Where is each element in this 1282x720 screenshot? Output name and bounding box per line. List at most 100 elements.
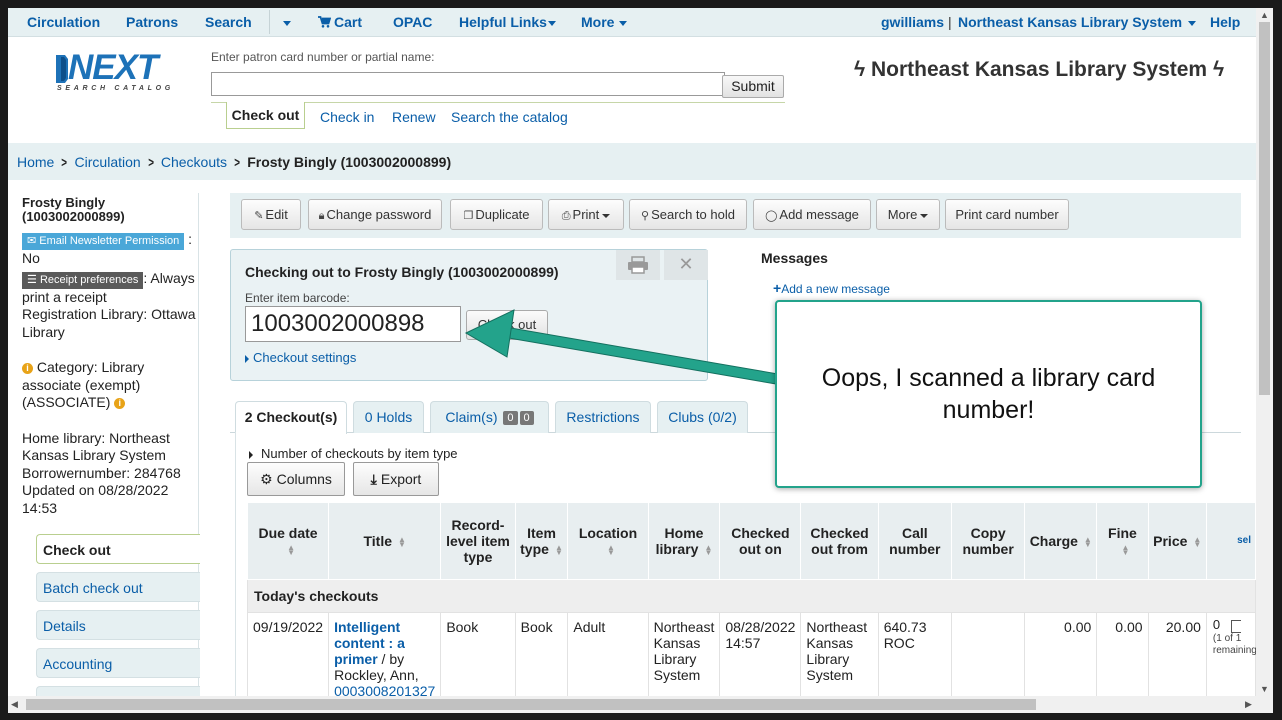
close-panel-button[interactable]: ✕ <box>664 250 708 280</box>
sort-icon: ▲ ▼ <box>287 543 295 558</box>
renew-checkbox[interactable] <box>1230 619 1241 633</box>
tab-clubs[interactable]: Clubs (0/2) <box>657 401 748 433</box>
tab-restrictions[interactable]: Restrictions <box>555 401 651 433</box>
patron-toolbar: ✎ Edit 🔒︎ Change password ❐ Duplicate ⎙ Prin… <box>230 193 1241 238</box>
nav-library-selector[interactable]: Northeast Kansas Library System <box>958 8 1197 36</box>
nav-more-label: More <box>581 14 615 30</box>
breadcrumb-checkouts[interactable]: Checkouts <box>161 154 227 170</box>
column-header[interactable]: sel <box>1205 502 1256 580</box>
breadcrumb-home[interactable]: Home <box>17 154 54 170</box>
scroll-down-icon[interactable]: ▼ <box>1260 684 1269 694</box>
column-header[interactable]: Home library ▲ ▼ <box>647 502 721 580</box>
header-tab-search-catalog[interactable]: Search the catalog <box>451 109 568 125</box>
sidebar-item-check-out[interactable]: Check out <box>36 534 200 564</box>
sidebar-item-more[interactable] <box>36 686 200 696</box>
more-button[interactable]: More <box>876 199 940 230</box>
sort-icon: ▲ ▼ <box>398 535 406 550</box>
chevron-down-icon <box>547 20 556 26</box>
tab-holds[interactable]: 0 Holds <box>353 401 424 433</box>
nav-cart[interactable]: Cart <box>318 8 362 36</box>
add-message-label: Add message <box>779 207 859 222</box>
patron-search-label: Enter patron card number or partial name… <box>211 50 435 64</box>
duplicate-button[interactable]: ❐ Duplicate <box>450 199 543 230</box>
column-header[interactable]: Charge ▲ ▼ <box>1024 502 1098 580</box>
search-to-hold-button[interactable]: ⚲ Search to hold <box>629 199 747 230</box>
nav-helpful-links[interactable]: Helpful Links <box>459 8 556 36</box>
scroll-right-icon[interactable]: ▶ <box>1245 699 1252 710</box>
barcode-input[interactable]: 1003002000898 <box>245 306 461 342</box>
logo-subtext: SEARCH CATALOG <box>57 85 174 92</box>
column-header[interactable]: Location ▲ ▼ <box>567 502 649 580</box>
submit-button[interactable]: Submit <box>722 75 784 98</box>
tab-checkouts[interactable]: 2 Checkout(s) <box>235 401 347 434</box>
column-header[interactable]: Fine ▲ ▼ <box>1096 502 1149 580</box>
nav-patrons[interactable]: Patrons <box>126 8 178 36</box>
nav-help[interactable]: Help <box>1210 8 1240 36</box>
email-permission-row: ✉ Email Newsletter Permission : No <box>22 231 202 268</box>
patron-search-input[interactable] <box>211 72 725 96</box>
sidebar-item-accounting[interactable]: Accounting <box>36 648 200 678</box>
sidebar-item-batch-check-out[interactable]: Batch check out <box>36 572 200 602</box>
cell-checked-out-on: 08/28/2022 14:57 <box>719 612 802 696</box>
add-new-message-link[interactable]: +Add a new message <box>773 280 890 296</box>
bolt-icon: ϟ <box>1212 58 1225 81</box>
header-tab-renew[interactable]: Renew <box>392 109 436 125</box>
breadcrumb-circulation[interactable]: Circulation <box>75 154 141 170</box>
receipt-preferences-label: Receipt preferences <box>39 273 139 286</box>
change-password-button[interactable]: 🔒︎ Change password <box>308 199 442 230</box>
nav-circulation[interactable]: Circulation <box>27 8 100 36</box>
print-button[interactable]: ⎙ Print <box>548 199 624 230</box>
item-barcode-link[interactable]: 0003008201327 <box>334 683 435 696</box>
add-message-button[interactable]: ◯ Add message <box>753 199 871 230</box>
header-tab-check-out[interactable]: Check out <box>226 102 305 129</box>
registration-library: Registration Library: Ottawa Library <box>22 306 196 340</box>
patron-cardnumber: (1003002000899) <box>22 209 125 224</box>
cell-charge: 0.00 <box>1024 612 1098 696</box>
check-out-button[interactable]: Check out <box>466 310 548 340</box>
header-tab-check-in[interactable]: Check in <box>320 109 374 125</box>
cell-fine: 0.00 <box>1096 612 1149 696</box>
nav-more[interactable]: More <box>581 8 628 36</box>
sort-icon: ▲ ▼ <box>1083 535 1092 550</box>
next-search-catalog-logo[interactable]: NEXT SEARCH CATALOG <box>54 48 190 98</box>
column-header[interactable]: Copy number <box>950 502 1026 580</box>
logged-in-user[interactable]: gwilliams <box>881 8 944 36</box>
scroll-up-icon[interactable]: ▲ <box>1260 10 1269 20</box>
checkout-settings-link[interactable]: Checkout settings <box>245 350 356 365</box>
horizontal-scrollbar-thumb[interactable] <box>26 699 1036 710</box>
column-header-label: Checked out on <box>731 525 790 557</box>
copy-icon: ❐ <box>463 210 474 222</box>
search-options-dropdown[interactable] <box>279 8 291 36</box>
patron-sidebar: Frosty Bingly (1003002000899) ✉ Email Ne… <box>22 196 202 517</box>
column-header[interactable]: Due date ▲ ▼ <box>246 502 330 580</box>
vertical-scrollbar-thumb[interactable] <box>1259 22 1270 395</box>
barcode-label: Enter item barcode: <box>245 291 350 305</box>
column-header[interactable]: Checked out on <box>719 502 802 580</box>
column-header[interactable]: Record-level item type <box>440 502 516 580</box>
envelope-icon: ✉ <box>27 235 37 247</box>
nav-opac[interactable]: OPAC <box>393 8 432 36</box>
scroll-left-icon[interactable]: ◀ <box>11 699 18 710</box>
column-header[interactable]: Call number <box>877 502 952 580</box>
email-permission-label: Email Newsletter Permission <box>39 235 180 247</box>
columns-button[interactable]: ⚙ Columns <box>247 462 345 496</box>
column-header[interactable]: Title ▲ ▼ <box>328 502 442 580</box>
column-header[interactable]: Price ▲ ▼ <box>1147 502 1207 580</box>
more-label: More <box>887 207 918 222</box>
library-title: ϟ Northeast Kansas Library System ϟ <box>854 58 1224 82</box>
export-button[interactable]: ⤓ Export <box>353 462 439 496</box>
cell-due-date: 09/19/2022 <box>246 612 330 696</box>
add-new-message-label: Add a new message <box>781 282 890 296</box>
edit-button[interactable]: ✎ Edit <box>241 199 301 230</box>
column-header[interactable]: Checked out from <box>800 502 879 580</box>
print-card-number-button[interactable]: Print card number <box>945 199 1069 230</box>
tab-claims[interactable]: Claim(s) 00 <box>430 401 549 433</box>
print-icon: ⎙ <box>561 210 571 222</box>
column-header[interactable]: Item type ▲ ▼ <box>514 502 569 580</box>
nav-search[interactable]: Search <box>205 8 252 36</box>
checkouts-by-type-toggle[interactable]: Number of checkouts by item type <box>249 446 458 461</box>
print-slip-button[interactable] <box>616 250 660 280</box>
sidebar-item-details[interactable]: Details <box>36 610 200 640</box>
sort-icon: ▲ ▼ <box>554 543 563 558</box>
cell-renew: 0 (1 of 1 remaining) <box>1205 612 1256 696</box>
